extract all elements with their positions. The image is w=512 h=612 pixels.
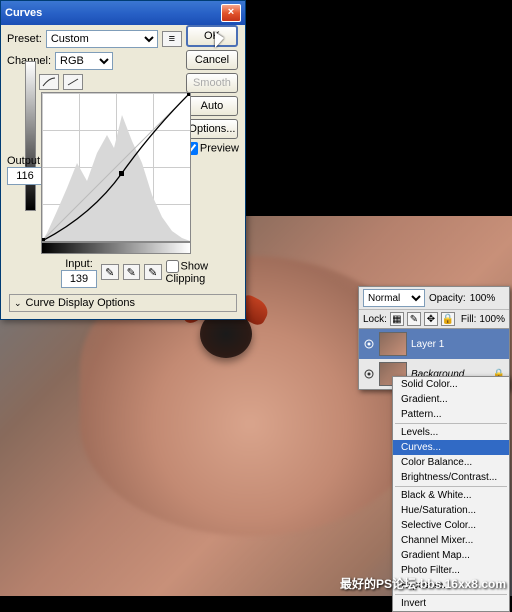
preset-menu-icon[interactable]: ≡ [162, 31, 182, 47]
menu-item[interactable]: Channel Mixer... [393, 533, 509, 548]
fill-label: Fill: [461, 314, 477, 325]
menu-separator [395, 423, 507, 424]
menu-item[interactable]: Solid Color... [393, 377, 509, 392]
menu-separator [395, 486, 507, 487]
output-label: Output: [7, 155, 43, 167]
preset-label: Preset: [7, 33, 42, 45]
output-field[interactable] [7, 167, 43, 185]
menu-item[interactable]: Selective Color... [393, 518, 509, 533]
menu-item[interactable]: Color Balance... [393, 455, 509, 470]
lock-position-icon[interactable]: ✥ [424, 312, 438, 326]
menu-item[interactable]: Levels... [393, 425, 509, 440]
menu-item[interactable]: Brightness/Contrast... [393, 470, 509, 485]
curve-control-point [119, 171, 124, 176]
lock-label: Lock: [363, 314, 387, 325]
preset-select[interactable]: Custom [46, 30, 158, 48]
smooth-button[interactable]: Smooth [186, 73, 238, 93]
opacity-value: 100% [470, 293, 496, 304]
channel-select[interactable]: RGB [55, 52, 113, 70]
menu-item[interactable]: Gradient... [393, 392, 509, 407]
white-eyedropper-icon[interactable]: ✎ [144, 264, 162, 280]
visibility-icon[interactable] [363, 338, 375, 350]
button-column: OK Cancel Smooth Auto Options... Preview [185, 25, 239, 155]
curve-display-options-toggle[interactable]: ⌄ Curve Display Options [9, 294, 237, 312]
input-label: Input: [61, 258, 97, 270]
dialog-titlebar[interactable]: Curves × [1, 1, 245, 25]
layer-thumbnail [379, 332, 407, 356]
menu-item[interactable]: Gradient Map... [393, 548, 509, 563]
menu-item[interactable]: Black & White... [393, 488, 509, 503]
menu-item[interactable]: Curves... [393, 440, 509, 455]
watermark-text: 最好的PS论坛-bbs.16xx8.com [340, 575, 506, 592]
curve-line[interactable] [42, 93, 190, 241]
curves-dialog: Curves × OK Cancel Smooth Auto Options..… [0, 0, 246, 320]
lock-transparent-icon[interactable]: ▦ [390, 312, 404, 326]
options-button[interactable]: Options... [186, 119, 238, 139]
lock-all-icon[interactable]: 🔒 [441, 312, 455, 326]
layer-row-active[interactable]: Layer 1 [359, 329, 509, 359]
input-field[interactable] [61, 270, 97, 288]
show-clipping-checkbox[interactable] [166, 260, 179, 273]
menu-item[interactable]: Hue/Saturation... [393, 503, 509, 518]
gray-eyedropper-icon[interactable]: ✎ [123, 264, 141, 280]
input-gradient-bar [41, 242, 191, 254]
show-clipping-label[interactable]: Show Clipping [166, 260, 239, 285]
black-eyedropper-icon[interactable]: ✎ [101, 264, 119, 280]
cancel-button[interactable]: Cancel [186, 50, 238, 70]
menu-item[interactable]: Invert [393, 596, 509, 611]
menu-separator [395, 594, 507, 595]
output-box: Output: [7, 155, 43, 185]
curve-tool-icon[interactable] [39, 74, 59, 90]
close-icon[interactable]: × [221, 4, 241, 22]
visibility-icon[interactable] [363, 368, 375, 380]
layer-name: Layer 1 [411, 339, 444, 350]
blend-mode-select[interactable]: Normal [363, 289, 425, 307]
fill-value: 100% [479, 314, 505, 325]
opacity-label: Opacity: [429, 293, 466, 304]
curves-graph[interactable] [41, 92, 191, 242]
dialog-title: Curves [5, 7, 42, 19]
preview-checkbox-label[interactable]: Preview [185, 142, 239, 155]
output-gradient-bar [25, 61, 36, 211]
lock-paint-icon[interactable]: ✎ [407, 312, 421, 326]
ok-button[interactable]: OK [186, 25, 238, 47]
layers-panel: Normal Opacity: 100% Lock: ▦ ✎ ✥ 🔒 Fill:… [358, 286, 510, 390]
chevron-down-icon: ⌄ [14, 298, 22, 309]
menu-item[interactable]: Pattern... [393, 407, 509, 422]
pencil-tool-icon[interactable] [63, 74, 83, 90]
auto-button[interactable]: Auto [186, 96, 238, 116]
